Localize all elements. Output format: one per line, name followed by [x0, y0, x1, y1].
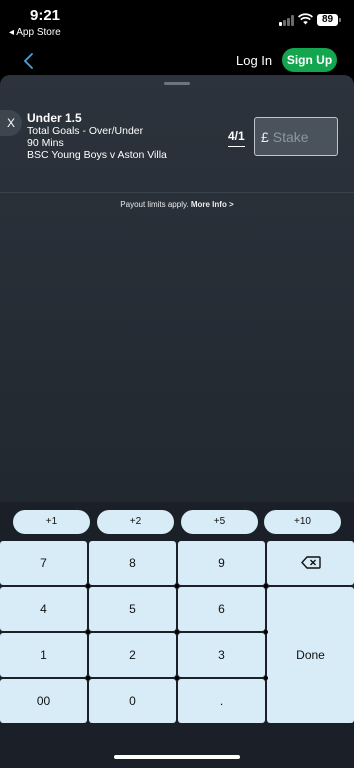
payout-text: Payout limits apply. [120, 200, 191, 209]
selection-event: BSC Young Boys v Aston Villa [27, 149, 167, 161]
key-separator-dot [175, 584, 179, 588]
key-00[interactable]: 00 [0, 679, 87, 723]
selection-period: 90 Mins [27, 137, 64, 149]
key-9[interactable]: 9 [178, 541, 265, 585]
battery-level: 89 [317, 14, 338, 26]
key-2[interactable]: 2 [89, 633, 176, 677]
payout-notice: Payout limits apply. More Info > [0, 200, 354, 209]
cellular-signal-icon [279, 15, 296, 26]
key-separator-dot [86, 584, 90, 588]
key-separator-dot [86, 630, 90, 634]
key-4[interactable]: 4 [0, 587, 87, 631]
battery-tip [339, 18, 341, 22]
remove-selection-button[interactable]: X [0, 110, 22, 136]
back-to-app-store-link[interactable]: ◂ App Store [9, 27, 61, 38]
backspace-icon [301, 556, 321, 569]
key-separator-dot [175, 630, 179, 634]
numeric-keypad: +1 +2 +5 +10 7 8 9 4 5 6 1 2 3 00 0 . Do… [0, 502, 354, 768]
key-decimal[interactable]: . [178, 679, 265, 723]
key-7[interactable]: 7 [0, 541, 87, 585]
key-separator-dot [175, 676, 179, 680]
status-time: 9:21 [30, 7, 61, 24]
key-3[interactable]: 3 [178, 633, 265, 677]
signup-button[interactable]: Sign Up [282, 48, 337, 72]
backspace-key[interactable] [267, 541, 354, 585]
key-separator-dot [264, 584, 268, 588]
done-button[interactable]: Done [267, 587, 354, 723]
home-indicator[interactable] [114, 755, 240, 759]
selection-market: Total Goals - Over/Under [27, 125, 144, 137]
top-nav: Log In Sign Up [0, 44, 354, 78]
status-bar: 9:21 ◂ App Store 89 [0, 0, 354, 44]
key-1[interactable]: 1 [0, 633, 87, 677]
key-5[interactable]: 5 [89, 587, 176, 631]
stake-input[interactable] [272, 128, 333, 145]
key-separator-dot [264, 630, 268, 634]
selection-odds[interactable]: 4/1 [228, 129, 245, 147]
quick-stake-plus-2[interactable]: +2 [97, 510, 174, 534]
wifi-icon [298, 13, 313, 25]
currency-symbol: £ [261, 128, 269, 145]
login-link[interactable]: Log In [236, 53, 272, 68]
quick-stake-plus-10[interactable]: +10 [264, 510, 341, 534]
selection-name: Under 1.5 [27, 111, 82, 125]
key-separator-dot [86, 676, 90, 680]
divider [0, 192, 354, 193]
key-8[interactable]: 8 [89, 541, 176, 585]
key-0[interactable]: 0 [89, 679, 176, 723]
sheet-grabber[interactable] [164, 82, 190, 85]
more-info-link[interactable]: More Info > [191, 200, 234, 209]
quick-stake-plus-1[interactable]: +1 [13, 510, 90, 534]
key-6[interactable]: 6 [178, 587, 265, 631]
back-chevron-icon[interactable] [22, 52, 36, 70]
quick-stake-plus-5[interactable]: +5 [181, 510, 258, 534]
stake-field[interactable]: £ [254, 117, 338, 156]
key-separator-dot [264, 676, 268, 680]
